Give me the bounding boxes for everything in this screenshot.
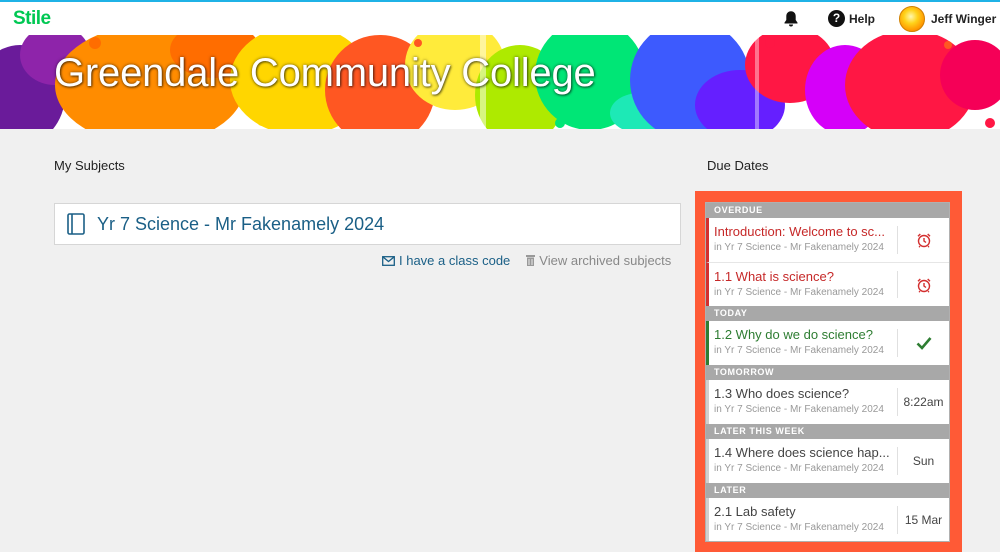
due-item[interactable]: 1.1 What is science? in Yr 7 Science - Mr… [706,262,949,306]
due-item-subject: in Yr 7 Science - Mr Fakenamely 2024 [714,345,884,356]
due-dates-heading: Due Dates [707,158,769,173]
checkmark-icon [897,329,949,357]
due-item-subject: in Yr 7 Science - Mr Fakenamely 2024 [714,242,884,253]
due-group-header: LATER THIS WEEK [706,424,949,439]
school-banner: Greendale Community College [0,35,1000,129]
due-item[interactable]: 1.4 Where does science hap... in Yr 7 Sci… [706,439,949,483]
due-item-subject: in Yr 7 Science - Mr Fakenamely 2024 [714,463,884,474]
stile-logo[interactable]: Stile [13,8,51,30]
user-name: Jeff Winger [931,12,997,26]
due-time: Sun [897,447,949,475]
due-item-text: Introduction: Welcome to sc... in Yr 7 Sc… [709,218,897,262]
due-item-text: 2.1 Lab safety in Yr 7 Science - Mr Faken… [709,498,897,541]
due-item-title: 1.3 Who does science? [714,386,850,401]
due-item-title: 2.1 Lab safety [714,504,796,519]
school-name: Greendale Community College [54,51,596,95]
question-circle-icon: ? [828,10,845,27]
due-item-text: 1.1 What is science? in Yr 7 Science - Mr… [709,263,897,306]
class-code-link[interactable]: I have a class code [382,253,510,268]
help-button[interactable]: ? Help [828,10,875,27]
subject-card[interactable]: Yr 7 Science - Mr Fakenamely 2024 [54,203,681,245]
due-group-header: TODAY [706,306,949,321]
due-item-title: 1.4 Where does science hap... [714,445,890,460]
envelope-icon [382,255,395,266]
due-item-text: 1.2 Why do we do science? in Yr 7 Science… [709,321,897,365]
due-dates-highlight: OVERDUE Introduction: Welcome to sc... in … [695,191,962,552]
subject-name: Yr 7 Science - Mr Fakenamely 2024 [97,213,385,234]
archived-label: View archived subjects [539,253,672,268]
due-item-subject: in Yr 7 Science - Mr Fakenamely 2024 [714,522,884,533]
due-item-text: 1.3 Who does science? in Yr 7 Science - M… [709,380,897,424]
book-icon [67,213,85,235]
view-archived-link[interactable]: View archived subjects [526,253,671,268]
avatar [899,6,925,32]
due-group-header: LATER [706,483,949,498]
due-item[interactable]: 1.3 Who does science? in Yr 7 Science - M… [706,380,949,424]
alarm-clock-icon [897,226,949,254]
due-dates-panel: OVERDUE Introduction: Welcome to sc... in … [705,202,950,542]
due-item-title: Introduction: Welcome to sc... [714,224,885,239]
help-label: Help [849,11,876,26]
trash-icon [526,255,536,266]
user-menu[interactable]: Jeff Winger [899,6,996,32]
due-item-title: 1.1 What is science? [714,269,834,284]
due-group-header: OVERDUE [706,203,949,218]
due-item-title: 1.2 Why do we do science? [714,327,873,342]
due-time: 8:22am [897,388,949,416]
due-time: 15 Mar [897,506,949,534]
due-item[interactable]: 2.1 Lab safety in Yr 7 Science - Mr Faken… [706,498,949,541]
due-item-subject: in Yr 7 Science - Mr Fakenamely 2024 [714,287,884,298]
due-item[interactable]: 1.2 Why do we do science? in Yr 7 Science… [706,321,949,365]
due-item-subject: in Yr 7 Science - Mr Fakenamely 2024 [714,404,884,415]
due-item[interactable]: Introduction: Welcome to sc... in Yr 7 Sc… [706,218,949,262]
top-bar: Stile ? Help Jeff Winger [0,2,1000,35]
alarm-clock-icon [897,271,949,298]
due-item-text: 1.4 Where does science hap... in Yr 7 Sci… [709,439,897,483]
subject-links: I have a class code View archived subjec… [382,253,671,268]
my-subjects-heading: My Subjects [54,158,125,173]
due-group-header: TOMORROW [706,365,949,380]
class-code-label: I have a class code [399,253,511,268]
bell-icon[interactable] [783,10,799,28]
